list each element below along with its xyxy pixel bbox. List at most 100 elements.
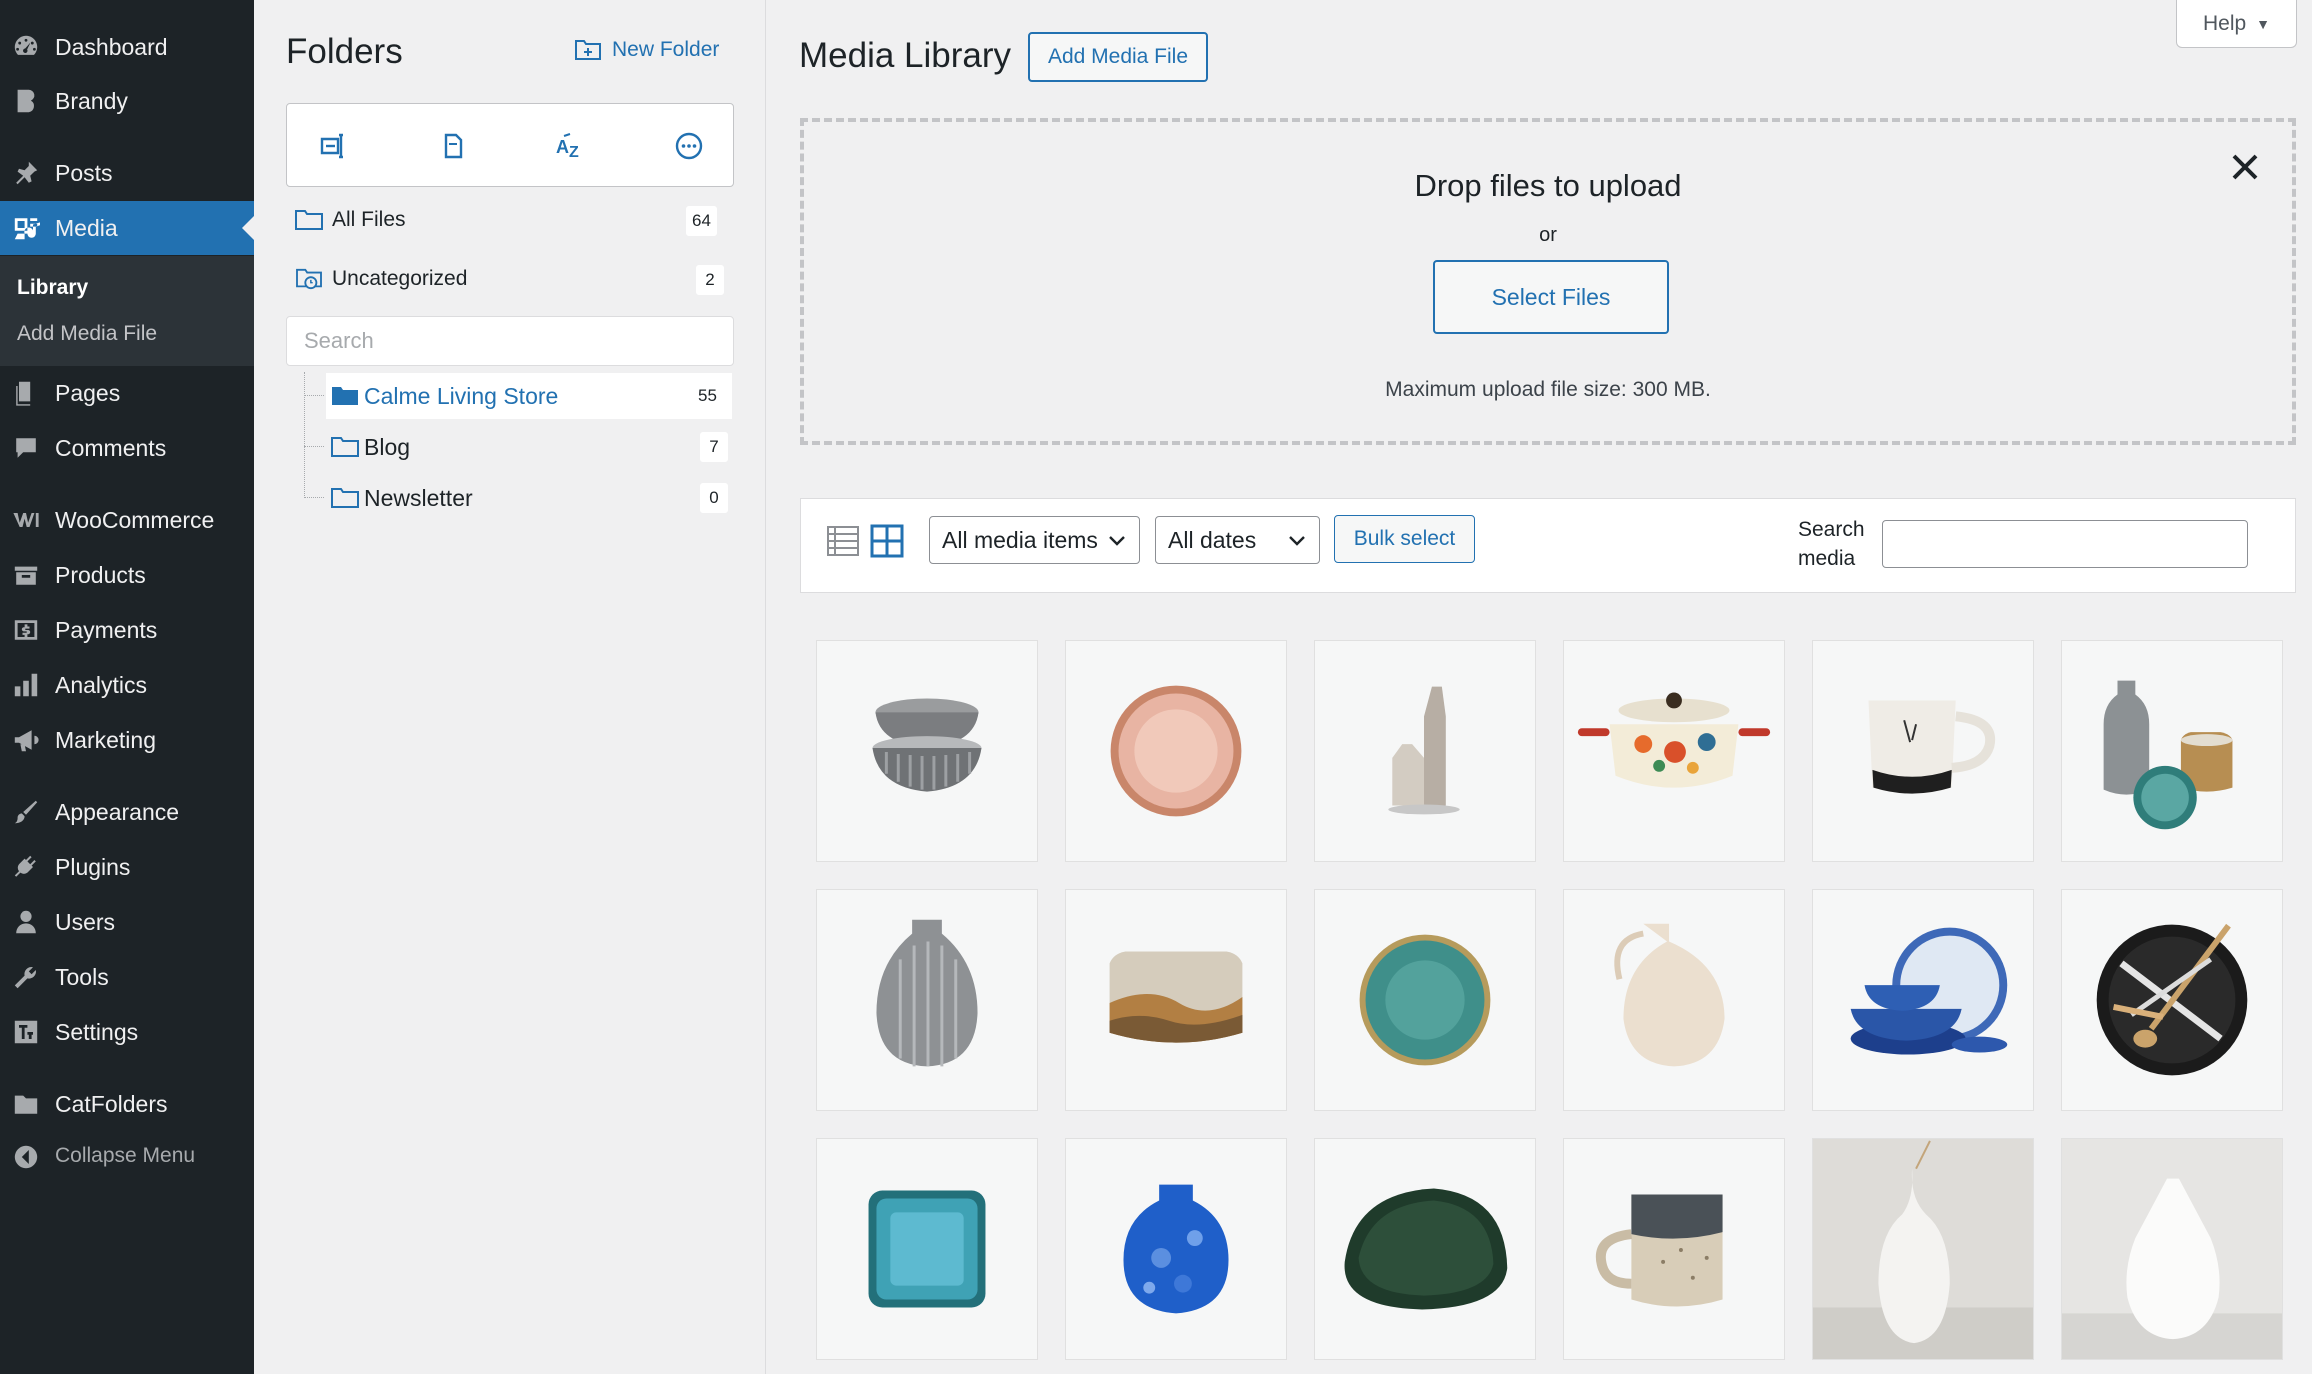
- mug-image: [1868, 700, 1996, 794]
- folder-label: Blog: [364, 433, 411, 460]
- tree-branch: [304, 395, 324, 396]
- grid-view-icon[interactable]: [869, 523, 905, 559]
- new-folder-button[interactable]: New Folder: [574, 38, 719, 62]
- media-tile[interactable]: [1065, 889, 1287, 1111]
- media-tile[interactable]: [2061, 640, 2283, 862]
- file-icon: [444, 133, 463, 159]
- date-filter[interactable]: All dates: [1155, 516, 1320, 564]
- uncategorized-label: Uncategorized: [332, 267, 468, 290]
- folder-all-files[interactable]: All Files: [294, 208, 406, 232]
- select-files-button[interactable]: Select Files: [1433, 260, 1669, 334]
- menu-brandy[interactable]: Brandy: [0, 74, 254, 128]
- folder-newsletter[interactable]: Newsletter: [326, 475, 732, 521]
- all-files-count: 64: [686, 206, 717, 236]
- menu-catfolders[interactable]: CatFolders: [0, 1077, 254, 1131]
- media-icon: [12, 214, 40, 242]
- media-tile[interactable]: [1812, 640, 2034, 862]
- dashboard-icon: [12, 33, 40, 61]
- page-title: Media Library: [799, 36, 1012, 75]
- dropzone-or: or: [1539, 224, 1557, 246]
- media-tile[interactable]: [1563, 640, 1785, 862]
- rename-folder-button[interactable]: [317, 128, 353, 164]
- folders-panel: Folders New Folder AZ All Files 64 Uncat…: [254, 0, 766, 1374]
- media-tile[interactable]: [816, 889, 1038, 1111]
- sort-az-button[interactable]: AZ: [553, 128, 589, 164]
- stacked-bowls-image: [872, 698, 982, 792]
- collapse-menu-button[interactable]: Collapse Menu: [0, 1130, 254, 1184]
- folder-blog[interactable]: Blog: [326, 424, 732, 470]
- upload-dropzone[interactable]: Drop files to upload or Select Files Max…: [800, 118, 2296, 445]
- ellipsis-circle-icon: [675, 132, 703, 160]
- media-tile[interactable]: [1563, 1138, 1785, 1360]
- menu-plugins[interactable]: Plugins: [0, 840, 254, 894]
- menu-woocommerce[interactable]: WooCommerce: [0, 493, 254, 547]
- all-files-label: All Files: [332, 208, 406, 231]
- menu-users[interactable]: Users: [0, 895, 254, 949]
- folder-search-input[interactable]: [286, 316, 734, 366]
- menu-payments[interactable]: Payments: [0, 603, 254, 657]
- collapse-arrow-icon: [12, 1143, 40, 1171]
- white-vase-photo: [2062, 1139, 2282, 1359]
- search-media-input[interactable]: [1882, 520, 2248, 568]
- media-tile[interactable]: [1563, 889, 1785, 1111]
- media-tile[interactable]: [1812, 889, 2034, 1111]
- admin-sidebar: Dashboard Brandy Posts Media Library Add…: [0, 0, 254, 1374]
- help-label: Help: [2202, 11, 2247, 35]
- media-tile[interactable]: [1065, 640, 1287, 862]
- media-tile[interactable]: [816, 640, 1038, 862]
- delete-folder-button[interactable]: [435, 128, 471, 164]
- menu-marketing[interactable]: Marketing: [0, 713, 254, 767]
- menu-tools[interactable]: Tools: [0, 950, 254, 1004]
- submenu-add-media-file[interactable]: Add Media File: [17, 322, 157, 346]
- media-tile[interactable]: [2061, 889, 2283, 1111]
- list-view-icon[interactable]: [825, 523, 861, 559]
- square-turquoise-plate-image: [868, 1190, 986, 1308]
- bulk-select-button[interactable]: Bulk select: [1334, 515, 1475, 563]
- payments-icon: [12, 616, 40, 644]
- chevron-down-icon: [1289, 536, 1305, 546]
- menu-posts[interactable]: Posts: [0, 146, 254, 200]
- caret-down-icon: ▼: [2256, 15, 2271, 32]
- blue-dinnerware-image: [1850, 927, 2008, 1055]
- add-media-file-button[interactable]: Add Media File: [1028, 32, 1208, 82]
- earthenware-jar-image: [1109, 951, 1243, 1043]
- more-options-button[interactable]: [671, 128, 707, 164]
- media-type-filter[interactable]: All media items: [929, 516, 1140, 564]
- submenu-library[interactable]: Library: [17, 276, 88, 300]
- menu-comments[interactable]: Comments: [0, 421, 254, 475]
- media-tile[interactable]: [1812, 1138, 2034, 1360]
- folder-uncategorized[interactable]: Uncategorized: [294, 267, 467, 291]
- pages-icon: [12, 379, 40, 407]
- pin-icon: [12, 159, 40, 187]
- media-tile[interactable]: [1065, 1138, 1287, 1360]
- media-tile[interactable]: [2061, 1138, 2283, 1360]
- menu-products[interactable]: Products: [0, 548, 254, 602]
- menu-analytics[interactable]: Analytics: [0, 658, 254, 712]
- black-plate-utensils-image: [2096, 923, 2248, 1076]
- menu-dashboard[interactable]: Dashboard: [0, 20, 254, 74]
- media-tile[interactable]: [816, 1138, 1038, 1360]
- media-tile[interactable]: [1314, 640, 1536, 862]
- folder-label: Calme Living Store: [364, 382, 559, 409]
- folder-toolbar: AZ: [286, 103, 734, 187]
- cream-jug-image: [1614, 923, 1725, 1067]
- search-media-label: Search media: [1798, 518, 1865, 570]
- svg-text:Z: Z: [569, 144, 579, 161]
- folder-outline-icon: [295, 210, 323, 230]
- media-tile[interactable]: [1314, 1138, 1536, 1360]
- white-vase-photo: [1813, 1139, 2033, 1359]
- blog-count: 7: [700, 432, 728, 462]
- brush-icon: [12, 798, 40, 826]
- help-button[interactable]: Help ▼: [2176, 0, 2297, 48]
- date-filter-value: All dates: [1168, 526, 1257, 553]
- rename-icon: [320, 133, 343, 159]
- menu-settings[interactable]: Settings: [0, 1005, 254, 1059]
- menu-appearance[interactable]: Appearance: [0, 785, 254, 839]
- media-tile[interactable]: [1314, 889, 1536, 1111]
- menu-pages[interactable]: Pages: [0, 366, 254, 420]
- menu-media[interactable]: Media: [0, 201, 254, 255]
- newsletter-count: 0: [700, 483, 728, 513]
- media-submenu: Library Add Media File: [0, 256, 254, 366]
- folder-plus-icon: [575, 40, 601, 60]
- folder-calme-living-store[interactable]: Calme Living Store: [326, 373, 732, 419]
